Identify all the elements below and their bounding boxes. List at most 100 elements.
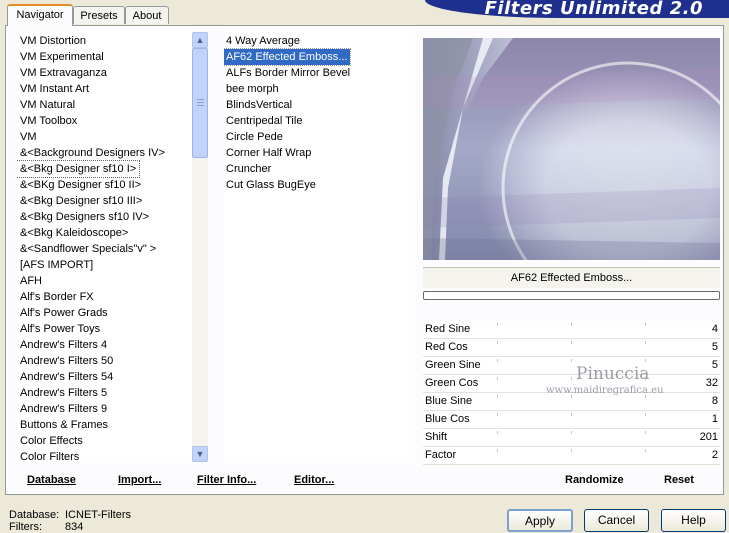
category-item-label: VM Natural — [20, 99, 76, 111]
filter-item-label: Cut Glass BugEye — [226, 179, 316, 191]
filter-item[interactable]: ALFs Border Mirror Bevel — [224, 65, 415, 81]
category-item[interactable]: VM Experimental — [17, 49, 192, 65]
category-item[interactable]: Andrew's Filters 50 — [17, 353, 192, 369]
category-item[interactable]: &<Bkg Designer sf10 III> — [17, 193, 192, 209]
preview-image — [423, 38, 720, 260]
category-item-label: &<Bkg Designers sf10 IV> — [20, 211, 150, 223]
brand-banner: Filters Unlimited 2.0 — [425, 0, 729, 18]
category-item[interactable]: VM Distortion — [17, 33, 192, 49]
param-row[interactable]: Factor 2 — [423, 447, 720, 465]
param-row[interactable]: Blue Cos 1 — [423, 411, 720, 429]
filter-item[interactable]: AF62 Effected Emboss... — [224, 48, 415, 66]
category-item[interactable]: VM Toolbox — [17, 113, 192, 129]
category-item-label: Alf's Power Grads — [20, 307, 108, 319]
help-button[interactable]: Help — [661, 509, 726, 532]
category-item[interactable]: &<Bkg Designers sf10 IV> — [17, 209, 192, 225]
reset-link[interactable]: Reset — [664, 474, 694, 486]
tab-navigator[interactable]: Navigator — [7, 4, 73, 26]
category-item[interactable]: &<Background Designers IV> — [17, 145, 192, 161]
current-filter-name: AF62 Effected Emboss... — [423, 267, 720, 288]
category-item-label: VM — [20, 131, 37, 143]
filter-item[interactable]: Cruncher — [224, 161, 415, 177]
param-name: Green Sine — [425, 359, 481, 371]
param-value: 4 — [711, 323, 718, 335]
filter-item-label: bee morph — [226, 83, 279, 95]
filter-item[interactable]: bee morph — [224, 81, 415, 97]
category-list[interactable]: VM Distortion VM Experimental VM Extravaga… — [17, 31, 192, 463]
filter-item-label: AF62 Effected Emboss... — [224, 48, 352, 66]
category-item[interactable]: Andrew's Filters 4 — [17, 337, 192, 353]
category-item[interactable]: AFH — [17, 273, 192, 289]
param-name: Factor — [425, 449, 457, 461]
category-item[interactable]: Andrew's Filters 9 — [17, 401, 192, 417]
param-name: Blue Cos — [425, 413, 470, 425]
filter-item[interactable]: Centripedal Tile — [224, 113, 415, 129]
filter-item-label: ALFs Border Mirror Bevel — [226, 67, 351, 79]
progress-bar — [423, 291, 720, 300]
database-link[interactable]: Database — [27, 474, 76, 486]
category-item[interactable]: Andrew's Filters 5 — [17, 385, 192, 401]
filter-item-label: 4 Way Average — [226, 35, 300, 47]
category-item-label: VM Toolbox — [20, 115, 78, 127]
param-row[interactable]: Red Sine 4 — [423, 321, 720, 339]
import-link[interactable]: Import... — [118, 474, 161, 486]
category-item[interactable]: Buttons & Frames — [17, 417, 192, 433]
category-item-label: VM Instant Art — [20, 83, 90, 95]
scroll-up-button[interactable]: ▲ — [192, 32, 208, 48]
category-item[interactable]: [AFS IMPORT] — [17, 257, 192, 273]
filter-item[interactable]: BlindsVertical — [224, 97, 415, 113]
scroll-down-button[interactable]: ▼ — [192, 446, 208, 462]
filters-info: Filters: 834 — [9, 521, 83, 533]
category-item[interactable]: VM Extravaganza — [17, 65, 192, 81]
randomize-link[interactable]: Randomize — [565, 474, 624, 486]
category-item[interactable]: &<Bkg Designer sf10 I> — [17, 160, 192, 178]
category-item-label: &<Sandflower Specials"v" > — [20, 243, 157, 255]
category-item[interactable]: Alf's Border FX — [17, 289, 192, 305]
category-item[interactable]: VM — [17, 129, 192, 145]
category-item[interactable]: Alf's Power Grads — [17, 305, 192, 321]
category-item[interactable]: Color Effects — [17, 433, 192, 449]
param-row[interactable]: Green Sine 5 — [423, 357, 720, 375]
category-item[interactable]: Andrew's Filters 54 — [17, 369, 192, 385]
scroll-thumb[interactable] — [192, 48, 208, 158]
database-value: ICNET-Filters — [65, 509, 131, 521]
category-item-label: Andrew's Filters 9 — [20, 403, 108, 415]
param-value: 2 — [711, 449, 718, 461]
filter-item[interactable]: Circle Pede — [224, 129, 415, 145]
category-item-label: &<Background Designers IV> — [20, 147, 165, 159]
category-item[interactable]: Color Filters — [17, 449, 192, 463]
apply-button[interactable]: Apply — [507, 509, 573, 532]
param-row[interactable]: Red Cos 5 — [423, 339, 720, 357]
filter-list[interactable]: 4 Way Average AF62 Effected Emboss... ALFs… — [224, 31, 415, 463]
param-row[interactable]: Shift 201 — [423, 429, 720, 447]
category-item-label: Alf's Power Toys — [20, 323, 101, 335]
filter-item[interactable]: 4 Way Average — [224, 33, 415, 49]
watermark-name: Pinuccia — [576, 364, 650, 384]
param-name: Blue Sine — [425, 395, 473, 407]
param-name: Red Sine — [425, 323, 471, 335]
category-item[interactable]: &<Sandflower Specials"v" > — [17, 241, 192, 257]
filter-info-link[interactable]: Filter Info... — [197, 474, 256, 486]
filter-item[interactable]: Cut Glass BugEye — [224, 177, 415, 193]
cancel-button[interactable]: Cancel — [584, 509, 649, 532]
category-item-label: Andrew's Filters 4 — [20, 339, 108, 351]
tab-presets[interactable]: Presets — [73, 6, 125, 24]
param-value: 201 — [699, 431, 718, 443]
category-item-label: AFH — [20, 275, 42, 287]
category-scrollbar[interactable]: ▲ ▼ — [192, 32, 208, 462]
category-item-label: Andrew's Filters 54 — [20, 371, 114, 383]
category-item[interactable]: VM Instant Art — [17, 81, 192, 97]
param-value: 5 — [711, 359, 718, 371]
category-item[interactable]: Alf's Power Toys — [17, 321, 192, 337]
category-item[interactable]: &<BKg Designer sf10 II> — [17, 177, 192, 193]
category-item-label: Color Filters — [20, 451, 80, 463]
param-value: 1 — [711, 413, 718, 425]
editor-link[interactable]: Editor... — [294, 474, 334, 486]
filter-item-label: Cruncher — [226, 163, 272, 175]
tab-about[interactable]: About — [125, 6, 169, 24]
filter-item[interactable]: Corner Half Wrap — [224, 145, 415, 161]
category-item[interactable]: &<Bkg Kaleidoscope> — [17, 225, 192, 241]
category-item[interactable]: VM Natural — [17, 97, 192, 113]
category-item-label: Andrew's Filters 5 — [20, 387, 108, 399]
filters-value: 834 — [65, 521, 84, 533]
